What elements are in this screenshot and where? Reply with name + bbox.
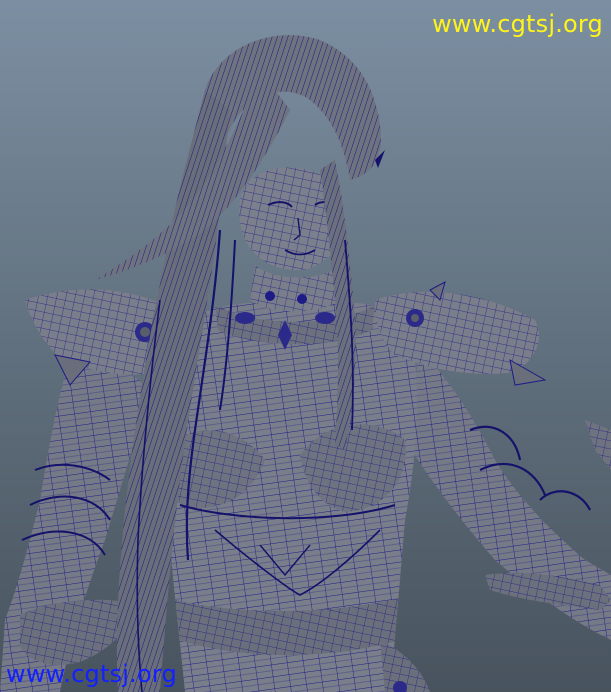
3d-viewport[interactable]: www.cgtsj.org www.cgtsj.org <box>0 0 611 692</box>
watermark-bottom: www.cgtsj.org <box>6 660 177 688</box>
right-arm <box>405 350 611 640</box>
wireframe-character-model <box>0 35 611 692</box>
watermark-top: www.cgtsj.org <box>432 10 603 38</box>
hip-armor <box>380 640 430 692</box>
